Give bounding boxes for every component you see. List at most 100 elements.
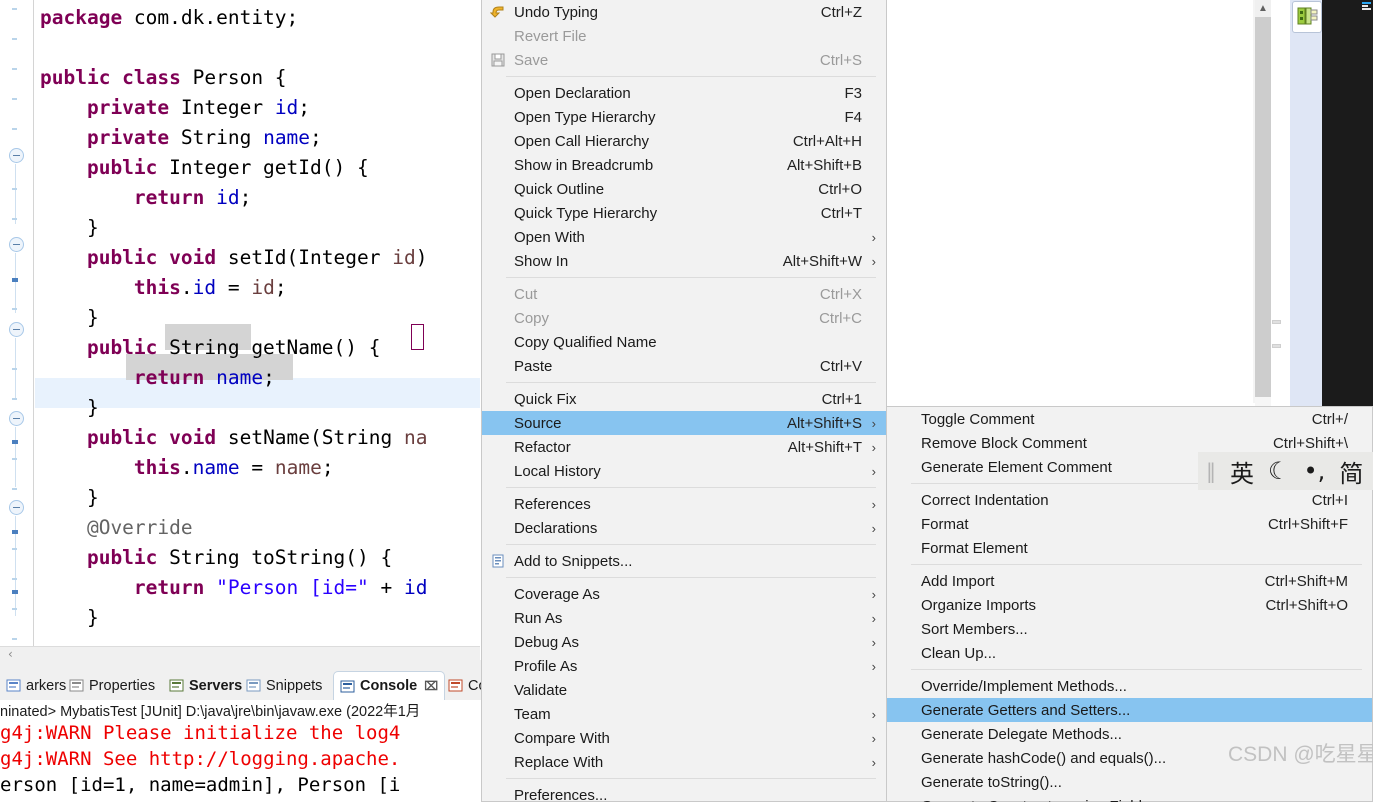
fold-collapse-icon[interactable] — [9, 322, 24, 337]
menu-item-run-as[interactable]: Run As › — [482, 606, 886, 630]
fold-collapse-icon[interactable] — [9, 148, 24, 163]
menu-item-compare-with[interactable]: Compare With › — [482, 726, 886, 750]
code-token: id — [392, 246, 416, 269]
fold-collapse-icon[interactable] — [9, 237, 24, 252]
menu-item-paste[interactable]: Paste Ctrl+V — [482, 354, 886, 378]
menu-item-add-to-snippets[interactable]: Add to Snippets... — [482, 549, 886, 573]
menu-item-debug-as[interactable]: Debug As › — [482, 630, 886, 654]
snippet-add-icon — [490, 553, 506, 569]
close-icon[interactable]: ⌧ — [424, 679, 438, 693]
marker-icon — [6, 678, 21, 693]
fold-collapse-icon[interactable] — [9, 500, 24, 515]
menu-item-shortcut: Ctrl+S — [819, 51, 862, 69]
code-token: public void — [40, 246, 228, 269]
menu-item-refactor[interactable]: Refactor Alt+Shift+T › — [482, 435, 886, 459]
menu-item-revert-file: Revert File — [482, 24, 886, 48]
ime-moon-icon[interactable]: ☾ — [1268, 457, 1290, 485]
view-tab-servers[interactable]: Servers — [163, 671, 248, 700]
gutter-tick — [12, 608, 17, 610]
menu-item-label: Paste — [514, 357, 553, 375]
submenu-item-clean-up[interactable]: Clean Up... — [887, 641, 1372, 665]
fold-range-line — [15, 164, 16, 224]
code-token: setName(String — [227, 426, 404, 449]
menu-item-replace-with[interactable]: Replace With › — [482, 750, 886, 774]
ime-mode-label[interactable]: 英 — [1230, 454, 1254, 489]
code-token: } — [40, 486, 99, 509]
submenu-item-format-element[interactable]: Format Element — [887, 536, 1372, 560]
fold-collapse-icon[interactable] — [9, 411, 24, 426]
menu-item-quick-fix[interactable]: Quick Fix Ctrl+1 — [482, 387, 886, 411]
submenu-item-generate-tostring[interactable]: Generate toString()... — [887, 770, 1372, 794]
vscroll-up-arrow[interactable]: ▲ — [1255, 0, 1271, 17]
code-token: public class — [40, 66, 193, 89]
menu-item-undo-typing[interactable]: Undo Typing Ctrl+Z — [482, 0, 886, 24]
gutter-change-marker — [12, 440, 18, 444]
ime-script-label[interactable]: 简 — [1339, 454, 1363, 489]
console-line: g4j:WARN See http://logging.apache. — [0, 748, 401, 770]
submenu-arrow-icon: › — [871, 463, 876, 479]
submenu-item-generate-constructor-using-fields[interactable]: Generate Constructor using Fields... — [887, 794, 1372, 802]
gutter-tick — [12, 578, 17, 580]
code-token: private — [40, 96, 181, 119]
snippets-icon — [246, 678, 261, 693]
view-tab-snippets[interactable]: Snippets — [240, 671, 328, 700]
view-tab-properties[interactable]: Properties — [63, 671, 161, 700]
submenu-item-sort-members[interactable]: Sort Members... — [887, 617, 1372, 641]
submenu-item-format[interactable]: Format Ctrl+Shift+F — [887, 512, 1372, 536]
ime-floating-bar[interactable]: ‖ 英 ☾ •, 简 — [1198, 452, 1373, 490]
code-editor[interactable]: package com.dk.entity; public class Pers… — [0, 0, 480, 660]
menu-item-label: Debug As — [514, 633, 580, 651]
menu-item-show-in-breadcrumb[interactable]: Show in Breadcrumb Alt+Shift+B — [482, 153, 886, 177]
vscroll-thumb[interactable] — [1255, 17, 1271, 397]
overview-marker-1[interactable] — [1272, 320, 1281, 324]
overview-marker-2[interactable] — [1272, 344, 1281, 348]
menu-item-open-type-hierarchy[interactable]: Open Type Hierarchy F4 — [482, 105, 886, 129]
view-tab-arkers[interactable]: arkers — [0, 671, 72, 700]
menu-item-references[interactable]: References › — [482, 492, 886, 516]
code-token: Integer getId() { — [169, 156, 369, 179]
editor-horizontal-scrollbar[interactable]: ‹ — [0, 646, 480, 660]
menu-item-coverage-as[interactable]: Coverage As › — [482, 582, 886, 606]
menu-item-open-call-hierarchy[interactable]: Open Call Hierarchy Ctrl+Alt+H — [482, 129, 886, 153]
menu-item-open-declaration[interactable]: Open Declaration F3 — [482, 81, 886, 105]
submenu-arrow-icon: › — [871, 520, 876, 536]
menu-item-shortcut: Alt+Shift+W — [782, 252, 862, 270]
menu-item-local-history[interactable]: Local History › — [482, 459, 886, 483]
menu-item-declarations[interactable]: Declarations › — [482, 516, 886, 540]
menu-item-preferences[interactable]: Preferences... — [482, 783, 886, 802]
hscroll-left-arrow[interactable]: ‹ — [8, 648, 13, 660]
code-line: } — [35, 603, 480, 633]
submenu-item-correct-indentation[interactable]: Correct Indentation Ctrl+I — [887, 488, 1372, 512]
ime-punctuation-icon[interactable]: •, — [1304, 457, 1326, 485]
menu-item-validate[interactable]: Validate — [482, 678, 886, 702]
submenu-item-toggle-comment[interactable]: Toggle Comment Ctrl+/ — [887, 407, 1372, 431]
submenu-item-generate-getters-and-setters[interactable]: Generate Getters and Setters... — [887, 698, 1372, 722]
editor-gutter[interactable] — [0, 0, 34, 648]
code-line: this.name = name; — [35, 453, 480, 483]
code-token: = — [216, 276, 252, 299]
gutter-tick — [12, 188, 17, 190]
undo-icon — [489, 4, 506, 20]
submenu-item-organize-imports[interactable]: Organize Imports Ctrl+Shift+O — [887, 593, 1372, 617]
editor-context-menu[interactable]: Undo Typing Ctrl+Z Revert File Save Ctrl+S Op… — [481, 0, 887, 802]
submenu-arrow-icon: › — [871, 634, 876, 650]
code-line: } — [35, 483, 480, 513]
menu-separator — [506, 487, 876, 488]
submenu-item-add-import[interactable]: Add Import Ctrl+Shift+M — [887, 569, 1372, 593]
menu-item-source[interactable]: Source Alt+Shift+S › — [482, 411, 886, 435]
menu-item-quick-type-hierarchy[interactable]: Quick Type Hierarchy Ctrl+T — [482, 201, 886, 225]
ime-drag-handle[interactable]: ‖ — [1206, 459, 1216, 483]
menu-item-show-in[interactable]: Show In Alt+Shift+W › — [482, 249, 886, 273]
submenu-item-override-implement-methods[interactable]: Override/Implement Methods... — [887, 674, 1372, 698]
menu-item-copy-qualified-name[interactable]: Copy Qualified Name — [482, 330, 886, 354]
code-token: name — [274, 456, 322, 479]
code-token: public void — [40, 426, 228, 449]
menu-item-profile-as[interactable]: Profile As › — [482, 654, 886, 678]
code-token: . — [180, 456, 193, 479]
menu-item-team[interactable]: Team › — [482, 702, 886, 726]
menu-item-label: Open With — [514, 228, 585, 246]
code-token: String getName() { — [169, 336, 381, 359]
menu-item-open-with[interactable]: Open With › — [482, 225, 886, 249]
menu-item-quick-outline[interactable]: Quick Outline Ctrl+O — [482, 177, 886, 201]
view-tab-console[interactable]: Console ⌧ — [333, 671, 446, 700]
